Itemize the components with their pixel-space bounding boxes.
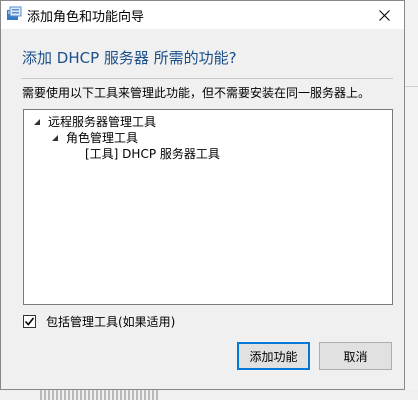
window-title: 添加角色和功能向导: [27, 10, 145, 25]
tree-item-dhcp-tools[interactable]: [工具] DHCP 服务器工具: [85, 146, 220, 162]
add-features-button[interactable]: 添加功能: [237, 342, 310, 370]
tree-item-label: 角色管理工具: [66, 131, 139, 145]
tree-item-role-admin-tools[interactable]: 角色管理工具: [50, 130, 138, 146]
checkmark-icon: [24, 317, 35, 326]
expanded-arrow-icon[interactable]: [50, 133, 60, 143]
title-bar: 添加角色和功能向导: [1, 1, 404, 29]
heading-divider: [21, 78, 393, 79]
tree-item-label: [工具] DHCP 服务器工具: [85, 147, 220, 161]
checkbox-label: 包括管理工具(如果适用): [46, 315, 176, 329]
description-text: 需要使用以下工具来管理此功能，但不需要安装在同一服务器上。: [22, 86, 371, 100]
tree-item-rsat[interactable]: 远程服务器管理工具: [32, 114, 156, 130]
include-management-tools-checkbox[interactable]: [23, 315, 36, 328]
expanded-arrow-icon[interactable]: [32, 117, 42, 127]
include-management-tools-option[interactable]: 包括管理工具(如果适用): [23, 313, 175, 330]
add-roles-features-dialog: 添加角色和功能向导 添加 DHCP 服务器 所需的功能? 需要使用以下工具来管理…: [0, 0, 405, 390]
feature-tree[interactable]: 远程服务器管理工具 角色管理工具 [工具] DHCP 服务器工具: [23, 109, 393, 305]
close-button[interactable]: [364, 1, 404, 29]
cancel-button[interactable]: 取消: [319, 342, 392, 370]
close-icon: [378, 9, 390, 21]
background-window-edge: [405, 0, 418, 400]
server-manager-icon: [7, 6, 22, 20]
tree-item-label: 远程服务器管理工具: [48, 115, 157, 129]
page-heading: 添加 DHCP 服务器 所需的功能?: [22, 49, 237, 67]
background-window-edge-bottom: [0, 390, 418, 400]
